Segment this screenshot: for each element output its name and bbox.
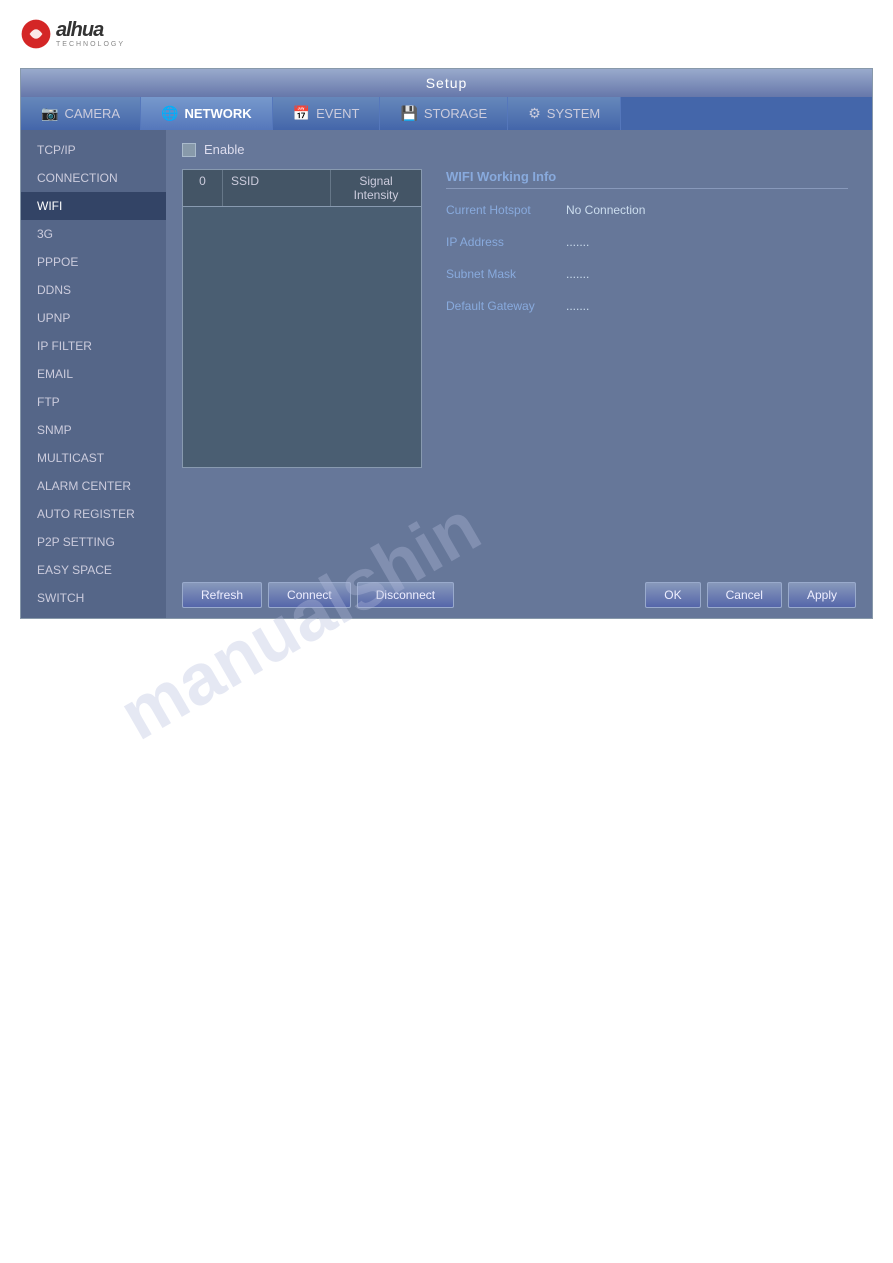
wifi-ip-row: IP Address ....... [446, 235, 848, 249]
ssid-col-num: 0 [183, 170, 223, 206]
wifi-subnet-value: ....... [566, 267, 589, 281]
connect-button[interactable]: Connect [268, 582, 351, 608]
sidebar-item-ipfilter[interactable]: IP FILTER [21, 332, 166, 360]
ssid-table-header: 0 SSID Signal Intensity [183, 170, 421, 207]
wifi-hotspot-value: No Connection [566, 203, 645, 217]
main-container: Setup 📷 CAMERA 🌐 NETWORK 📅 EVENT 💾 STORA… [20, 68, 873, 619]
btn-right-group: OK Cancel Apply [645, 582, 856, 608]
sidebar-item-tcpip[interactable]: TCP/IP [21, 136, 166, 164]
enable-checkbox[interactable] [182, 143, 196, 157]
sidebar-item-pppoe[interactable]: PPPOE [21, 248, 166, 276]
wifi-hotspot-label: Current Hotspot [446, 203, 566, 217]
main-panel: Enable 0 SSID Signal Intensity [166, 130, 872, 572]
wifi-gateway-row: Default Gateway ....... [446, 299, 848, 313]
ssid-table-body [183, 207, 421, 467]
setup-title: Setup [426, 75, 468, 91]
wifi-gateway-label: Default Gateway [446, 299, 566, 313]
tab-storage[interactable]: 💾 STORAGE [380, 97, 508, 130]
sidebar-item-upnp[interactable]: UPNP [21, 304, 166, 332]
sidebar-item-ftp[interactable]: FTP [21, 388, 166, 416]
sidebar: TCP/IP CONNECTION WIFI 3G PPPOE DDNS UPN… [21, 130, 166, 618]
network-icon: 🌐 [161, 105, 178, 122]
tab-network-label: NETWORK [185, 106, 252, 121]
logo-subtitle: TECHNOLOGY [56, 41, 125, 48]
wifi-subnet-row: Subnet Mask ....... [446, 267, 848, 281]
enable-label: Enable [204, 142, 244, 157]
wifi-ip-label: IP Address [446, 235, 566, 249]
tab-storage-label: STORAGE [424, 106, 487, 121]
event-icon: 📅 [293, 105, 310, 122]
tab-system[interactable]: ⚙ SYSTEM [508, 97, 621, 130]
cancel-button[interactable]: Cancel [707, 582, 782, 608]
sidebar-item-connection[interactable]: CONNECTION [21, 164, 166, 192]
content-area: TCP/IP CONNECTION WIFI 3G PPPOE DDNS UPN… [21, 130, 872, 618]
ssid-table: 0 SSID Signal Intensity [182, 169, 422, 468]
apply-button[interactable]: Apply [788, 582, 856, 608]
tab-event[interactable]: 📅 EVENT [273, 97, 381, 130]
tab-camera[interactable]: 📷 CAMERA [21, 97, 141, 130]
wifi-working-info: WIFI Working Info Current Hotspot No Con… [438, 169, 856, 468]
tab-event-label: EVENT [316, 106, 359, 121]
logo: alhua TECHNOLOGY [20, 18, 873, 50]
two-col-layout: 0 SSID Signal Intensity WIFI Working Inf… [182, 169, 856, 468]
sidebar-item-switch[interactable]: SWITCH [21, 584, 166, 612]
enable-row: Enable [182, 142, 856, 157]
tab-bar: 📷 CAMERA 🌐 NETWORK 📅 EVENT 💾 STORAGE ⚙ S… [21, 97, 872, 130]
sidebar-item-email[interactable]: EMAIL [21, 360, 166, 388]
ok-button[interactable]: OK [645, 582, 700, 608]
sidebar-item-alarm-center[interactable]: ALARM CENTER [21, 472, 166, 500]
refresh-button[interactable]: Refresh [182, 582, 262, 608]
ssid-col-signal: Signal Intensity [331, 170, 421, 206]
tab-camera-label: CAMERA [64, 106, 120, 121]
tab-system-label: SYSTEM [547, 106, 600, 121]
sidebar-item-snmp[interactable]: SNMP [21, 416, 166, 444]
sidebar-item-wifi[interactable]: WIFI [21, 192, 166, 220]
wifi-gateway-value: ....... [566, 299, 589, 313]
sidebar-item-p2p[interactable]: P2P SETTING [21, 528, 166, 556]
camera-icon: 📷 [41, 105, 58, 122]
tab-network[interactable]: 🌐 NETWORK [141, 97, 273, 130]
wifi-info-title: WIFI Working Info [446, 169, 848, 189]
main-panel-wrapper: Enable 0 SSID Signal Intensity [166, 130, 872, 618]
logo-icon [20, 18, 52, 50]
logo-area: alhua TECHNOLOGY [0, 0, 893, 68]
setup-titlebar: Setup [21, 69, 872, 97]
logo-text: alhua [56, 20, 125, 40]
sidebar-item-easy-space[interactable]: EASY SPACE [21, 556, 166, 584]
sidebar-item-ddns[interactable]: DDNS [21, 276, 166, 304]
wifi-subnet-label: Subnet Mask [446, 267, 566, 281]
ssid-col-ssid: SSID [223, 170, 331, 206]
storage-icon: 💾 [400, 105, 417, 122]
wifi-ip-value: ....... [566, 235, 589, 249]
disconnect-button[interactable]: Disconnect [357, 582, 454, 608]
sidebar-item-multicast[interactable]: MULTICAST [21, 444, 166, 472]
wifi-hotspot-row: Current Hotspot No Connection [446, 203, 848, 217]
sidebar-item-3g[interactable]: 3G [21, 220, 166, 248]
sidebar-item-auto-register[interactable]: AUTO REGISTER [21, 500, 166, 528]
system-icon: ⚙ [528, 105, 541, 122]
bottom-buttons: Refresh Connect Disconnect OK Cancel App… [166, 572, 872, 618]
